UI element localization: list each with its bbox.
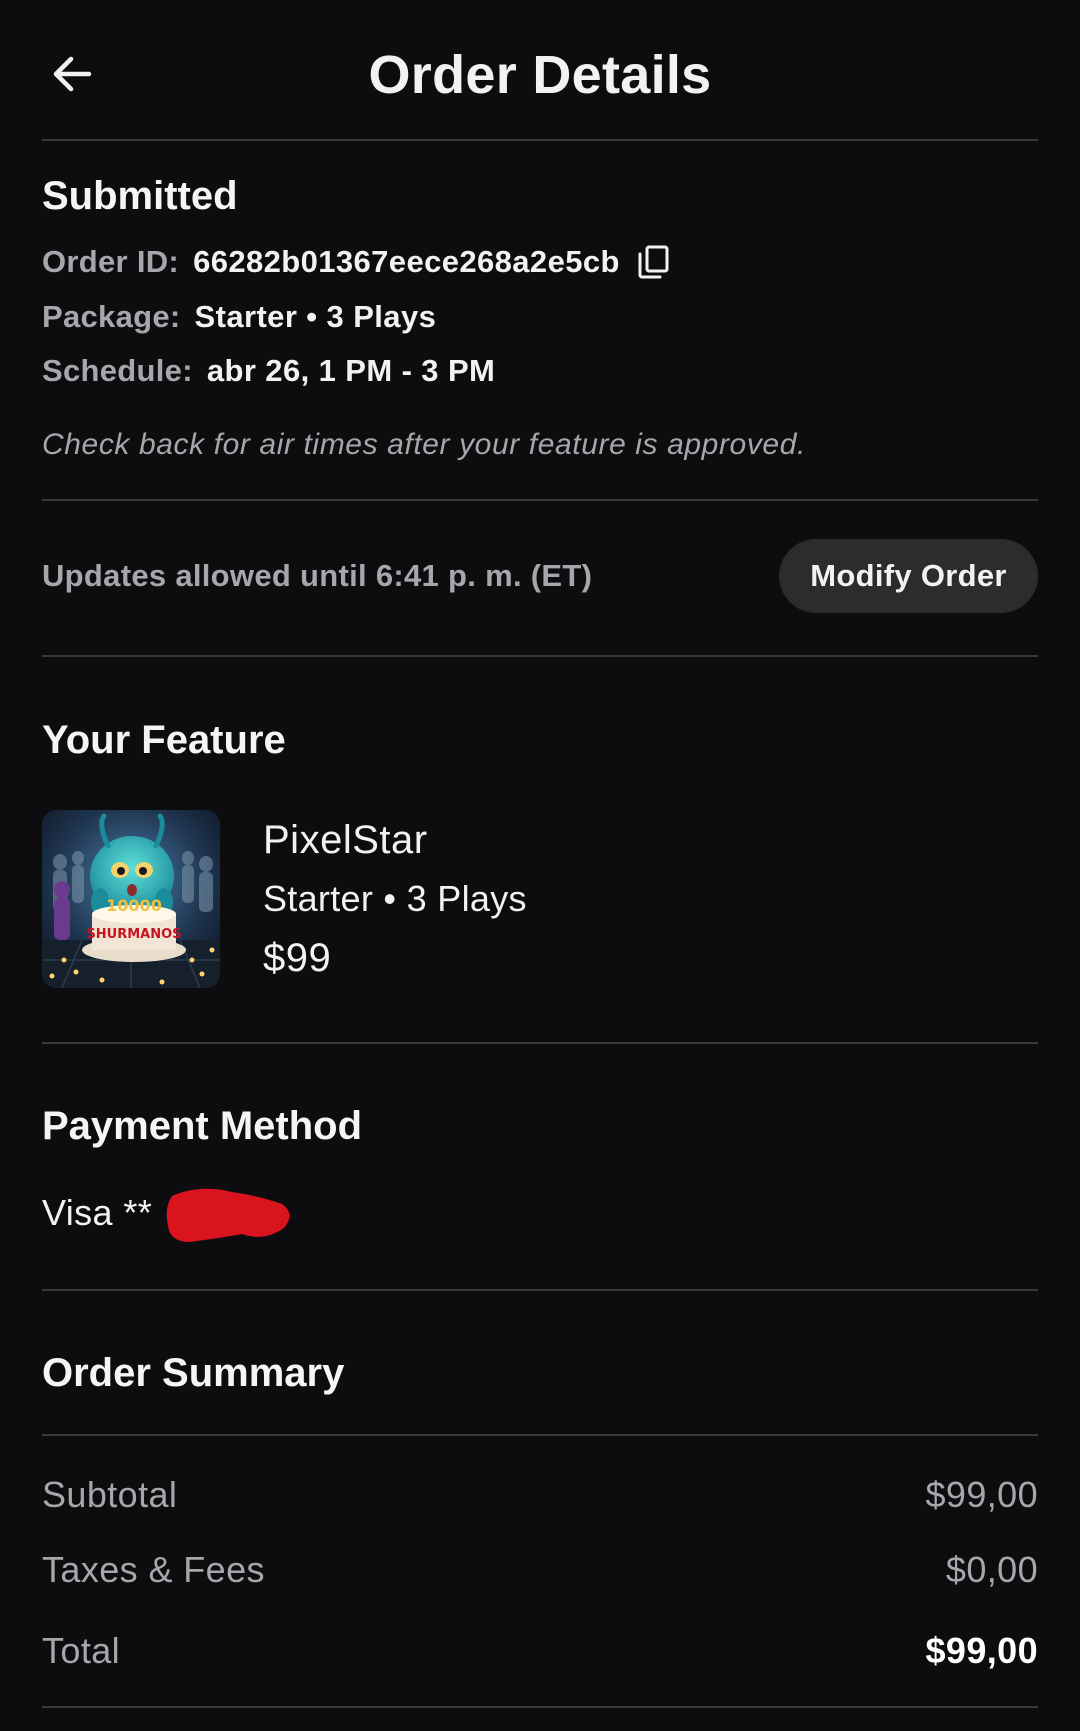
feature-name: PixelStar xyxy=(263,818,428,862)
order-status: Submitted xyxy=(42,174,238,218)
schedule-value: abr 26, 1 PM - 3 PM xyxy=(206,353,496,388)
taxes-fees-label: Taxes & Fees xyxy=(42,1549,265,1590)
schedule-row: Schedule: abr 26, 1 PM - 3 PM xyxy=(42,353,495,389)
divider xyxy=(42,1434,1038,1436)
divider xyxy=(42,1042,1038,1044)
updates-deadline-text: Updates allowed until 6:41 p. m. (ET) xyxy=(42,558,593,593)
thumbnail-caption: SHURMANOS xyxy=(86,927,181,942)
subtotal-label: Subtotal xyxy=(42,1474,178,1515)
order-id-row: Order ID: 66282b01367eece268a2e5cb xyxy=(42,244,670,280)
package-value: Starter • 3 Plays xyxy=(194,299,437,334)
copy-icon[interactable] xyxy=(636,244,670,280)
divider xyxy=(42,139,1038,141)
subtotal-value: $99,00 xyxy=(925,1474,1038,1515)
total-value: $99,00 xyxy=(925,1630,1038,1671)
order-summary-heading: Order Summary xyxy=(42,1351,345,1395)
modify-order-button[interactable]: Modify Order xyxy=(779,539,1038,613)
order-details-screen: Order Details Submitted Order ID: 66282b… xyxy=(0,0,1080,1731)
your-feature-heading: Your Feature xyxy=(42,718,286,762)
package-row: Package: Starter • 3 Plays xyxy=(42,299,436,335)
schedule-label: Schedule: xyxy=(42,353,193,388)
order-id-label: Order ID: xyxy=(42,244,180,279)
divider xyxy=(42,499,1038,501)
feature-package: Starter • 3 Plays xyxy=(263,878,527,919)
page-title: Order Details xyxy=(368,45,712,105)
package-label: Package: xyxy=(42,299,181,334)
taxes-fees-value: $0,00 xyxy=(945,1549,1038,1590)
redaction-mark xyxy=(166,1188,290,1242)
feature-thumbnail[interactable]: 10000 SHURMANOS xyxy=(42,810,220,988)
divider xyxy=(42,655,1038,657)
divider xyxy=(42,1706,1038,1708)
payment-card: Visa ** xyxy=(42,1192,153,1233)
total-label: Total xyxy=(42,1630,121,1671)
approval-note: Check back for air times after your feat… xyxy=(42,428,806,461)
divider xyxy=(42,1289,1038,1291)
thumbnail-number: 10000 xyxy=(106,896,162,915)
feature-price: $99 xyxy=(263,936,332,980)
order-id-value: 66282b01367eece268a2e5cb xyxy=(193,244,620,279)
payment-method-heading: Payment Method xyxy=(42,1104,363,1148)
